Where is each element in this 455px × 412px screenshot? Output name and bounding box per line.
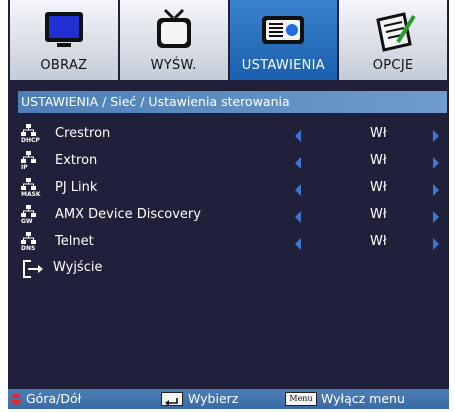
- setting-row-amx[interactable]: GW AMX Device Discovery Wł: [8, 203, 449, 230]
- footer-bar: Góra/Dół Wybierz Menu Wyłącz menu: [8, 389, 449, 409]
- setting-row-crestron[interactable]: DHCP Crestron Wł: [8, 122, 449, 149]
- notepad-icon: [376, 12, 416, 52]
- setting-row-telnet[interactable]: DNS Telnet Wł: [8, 230, 449, 257]
- arrow-left-icon[interactable]: [295, 130, 301, 142]
- exit-label: Wyjście: [53, 260, 103, 275]
- tab-label: USTAWIENIA: [241, 58, 325, 73]
- menu-key-icon: Menu: [285, 392, 317, 406]
- arrow-left-icon[interactable]: [295, 211, 301, 223]
- icon-caption: GW: [21, 218, 33, 225]
- footer-exit-label: Wyłącz menu: [321, 391, 405, 406]
- network-icon: MASK: [21, 177, 41, 201]
- footer-select-label: Wybierz: [188, 391, 239, 406]
- tab-obraz[interactable]: OBRAZ: [10, 0, 120, 80]
- exit-icon: [23, 260, 43, 278]
- tab-label: OBRAZ: [40, 58, 88, 73]
- network-icon: DHCP: [21, 123, 40, 147]
- network-icon: GW: [21, 204, 37, 228]
- breadcrumb: USTAWIENIA / Sieć / Ustawienia sterowani…: [21, 94, 290, 109]
- row-label: AMX Device Discovery: [55, 207, 201, 222]
- arrow-left-icon[interactable]: [295, 238, 301, 250]
- tab-label: OPCJE: [372, 58, 414, 73]
- tab-label: WYŚW.: [150, 58, 197, 73]
- breadcrumb-bar: USTAWIENIA / Sieć / Ustawienia sterowani…: [18, 91, 447, 113]
- row-label: PJ Link: [55, 180, 98, 195]
- settings-list: DHCP Crestron Wł IP Extron Wł MASK PJ Li…: [8, 122, 449, 257]
- row-label: Extron: [55, 153, 98, 168]
- tab-wysw[interactable]: WYŚW.: [119, 0, 230, 80]
- row-value: Wł: [370, 180, 387, 195]
- tab-bar: OBRAZ WYŚW. USTAWIENIA OPCJE: [10, 0, 447, 80]
- footer-updown-label: Góra/Dół: [26, 391, 82, 406]
- row-label: Crestron: [55, 126, 111, 141]
- arrow-left-icon[interactable]: [295, 184, 301, 196]
- tab-opcje[interactable]: OPCJE: [339, 0, 447, 80]
- exit-item[interactable]: Wyjście: [8, 257, 449, 281]
- icon-caption: MASK: [21, 191, 41, 198]
- projector-icon: [262, 16, 305, 44]
- row-value: Wł: [370, 234, 387, 249]
- row-value: Wł: [370, 126, 387, 141]
- icon-caption: DHCP: [21, 137, 40, 144]
- row-value: Wł: [370, 207, 387, 222]
- arrow-right-icon[interactable]: [433, 157, 439, 169]
- icon-caption: DNS: [21, 245, 36, 252]
- arrow-right-icon[interactable]: [433, 238, 439, 250]
- osd-menu: OBRAZ WYŚW. USTAWIENIA OPCJE USTAWIENIA …: [8, 0, 449, 409]
- arrow-right-icon[interactable]: [433, 211, 439, 223]
- arrow-right-icon[interactable]: [433, 184, 439, 196]
- setting-row-pjlink[interactable]: MASK PJ Link Wł: [8, 176, 449, 203]
- updown-arrow-icon: [10, 392, 22, 406]
- network-icon: DNS: [21, 231, 37, 255]
- row-label: Telnet: [55, 234, 94, 249]
- row-value: Wł: [370, 153, 387, 168]
- arrow-right-icon[interactable]: [433, 130, 439, 142]
- arrow-left-icon[interactable]: [295, 157, 301, 169]
- tab-ustawienia[interactable]: USTAWIENIA: [229, 0, 340, 80]
- enter-key-icon: [161, 392, 183, 406]
- icon-caption: IP: [21, 164, 28, 171]
- setting-row-extron[interactable]: IP Extron Wł: [8, 149, 449, 176]
- tv-icon: [156, 8, 191, 48]
- monitor-icon: [44, 12, 83, 47]
- network-icon: IP: [21, 150, 37, 174]
